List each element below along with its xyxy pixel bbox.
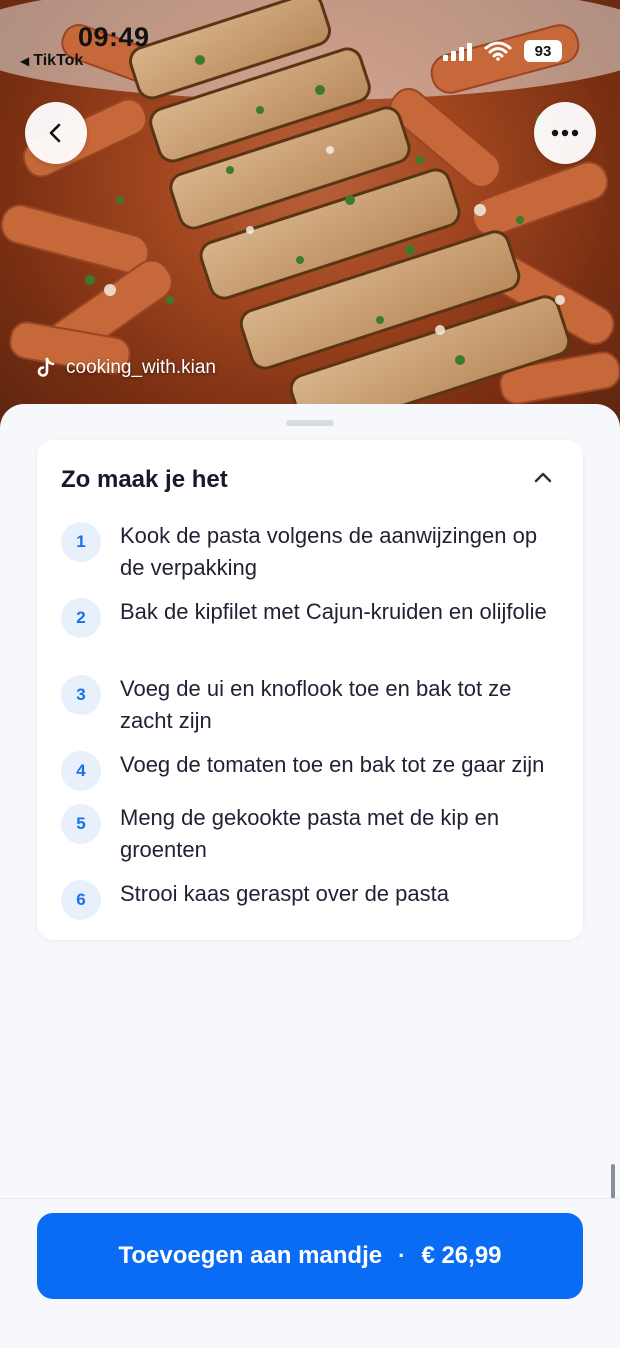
step-item: 1 Kook de pasta volgens de aanwijzingen … <box>61 520 561 596</box>
step-item: 2 Bak de kipfilet met Cajun-kruiden en o… <box>61 596 561 673</box>
step-number: 3 <box>61 675 101 715</box>
step-number: 6 <box>61 880 101 920</box>
step-text: Meng de gekookte pasta met de kip en gro… <box>120 805 500 862</box>
more-options-button[interactable] <box>534 102 596 164</box>
step-item: 3 Voeg de ui en knoflook toe en bak tot … <box>61 673 561 749</box>
chevron-up-icon[interactable] <box>531 466 555 490</box>
step-text: Kook de pasta volgens de aanwijzingen op… <box>120 523 538 580</box>
credit-username: cooking_with.kian <box>66 357 216 378</box>
battery-icon: 93 <box>524 40 562 62</box>
video-credit[interactable]: cooking_with.kian <box>36 357 216 379</box>
step-item: 5 Meng de gekookte pasta met de kip en g… <box>61 802 561 878</box>
status-time: 09:49 <box>78 22 150 52</box>
add-to-cart-button[interactable]: Toevoegen aan mandje · € 26,99 <box>37 1213 583 1299</box>
steps-list: 1 Kook de pasta volgens de aanwijzingen … <box>61 520 561 920</box>
instructions-title: Zo maak je het <box>61 466 228 493</box>
back-app-label: TikTok <box>33 52 84 69</box>
more-icon <box>551 129 579 137</box>
status-indicators: 93 <box>443 40 562 62</box>
tiktok-icon <box>37 357 55 377</box>
footer-bar: Toevoegen aan mandje · € 26,99 <box>0 1198 620 1348</box>
step-item: 6 Strooi kaas geraspt over de pasta <box>61 878 561 920</box>
step-number: 4 <box>61 751 101 791</box>
step-text: Bak de kipfilet met Cajun-kruiden en oli… <box>120 599 547 624</box>
step-item: 4 Voeg de tomaten toe en bak tot ze gaar… <box>61 749 561 802</box>
cta-price: € 26,99 <box>421 1242 502 1269</box>
back-to-app-link[interactable]: ◀ TikTok <box>20 52 83 70</box>
step-text: Strooi kaas geraspt over de pasta <box>120 881 449 906</box>
battery-level: 93 <box>534 42 552 60</box>
sheet-drag-handle[interactable] <box>286 420 334 426</box>
cta-separator: · <box>398 1243 406 1268</box>
scroll-indicator[interactable] <box>611 1164 615 1200</box>
back-button[interactable] <box>25 102 87 164</box>
instructions-card: Zo maak je het 1 Kook de pasta volgens d… <box>37 440 583 940</box>
signal-icon <box>443 41 472 61</box>
recipe-hero-image: 09:49 ◀ TikTok 93 cooking_with.kian <box>0 0 620 440</box>
step-number: 1 <box>61 522 101 562</box>
wifi-icon <box>484 41 512 61</box>
back-triangle-icon: ◀ <box>20 54 30 68</box>
step-text: Voeg de tomaten toe en bak tot ze gaar z… <box>120 752 545 777</box>
step-text: Voeg de ui en knoflook toe en bak tot ze… <box>120 676 512 733</box>
cta-label: Toevoegen aan mandje <box>118 1242 383 1269</box>
step-number: 5 <box>61 804 101 844</box>
step-number: 2 <box>61 598 101 638</box>
back-arrow-icon <box>49 123 61 143</box>
